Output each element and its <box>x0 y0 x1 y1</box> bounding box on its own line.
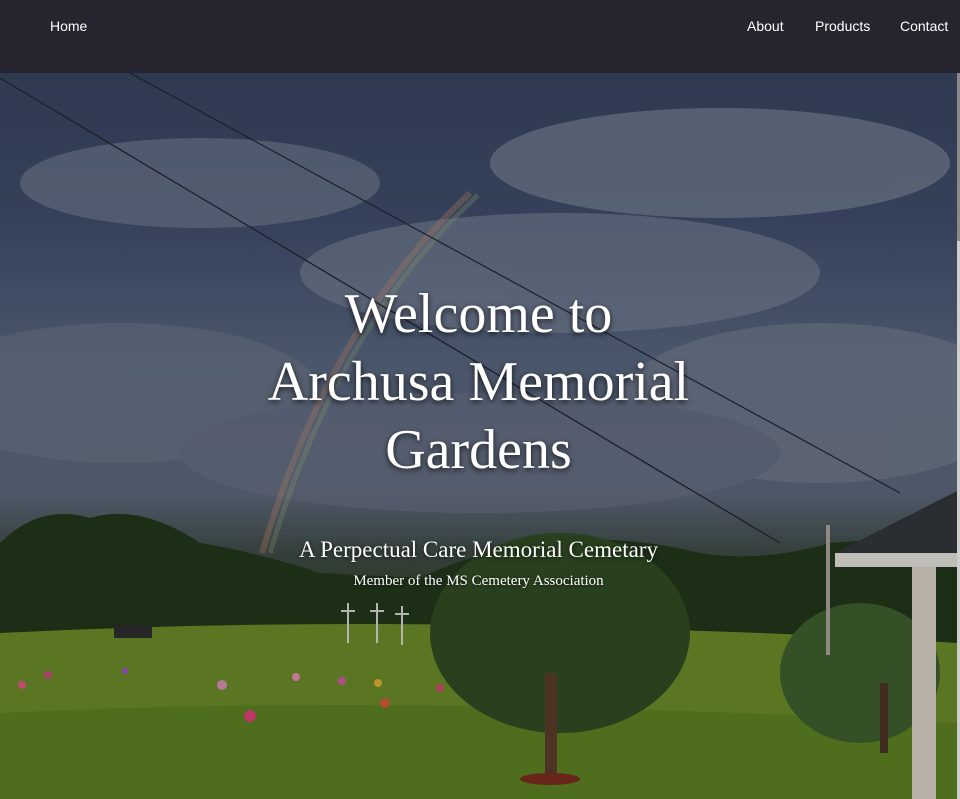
hero-member-text: Member of the MS Cemetery Association <box>353 573 604 589</box>
hero-title: Welcome to Archusa Memorial Gardens <box>0 280 957 484</box>
nav-contact-link[interactable]: Contact <box>900 18 948 34</box>
hero-title-line-1: Welcome to <box>344 283 613 345</box>
top-navbar: Home About Products Contact <box>0 0 960 73</box>
nav-about-link[interactable]: About <box>747 18 784 34</box>
hero-subtitle: A Perpectual Care Memorial Cemetary <box>299 537 658 562</box>
hero-title-line-3: Gardens <box>385 419 572 481</box>
hero-title-line-2: Archusa Memorial <box>267 351 690 413</box>
nav-products-link[interactable]: Products <box>815 18 870 34</box>
nav-home-link[interactable]: Home <box>50 18 87 34</box>
